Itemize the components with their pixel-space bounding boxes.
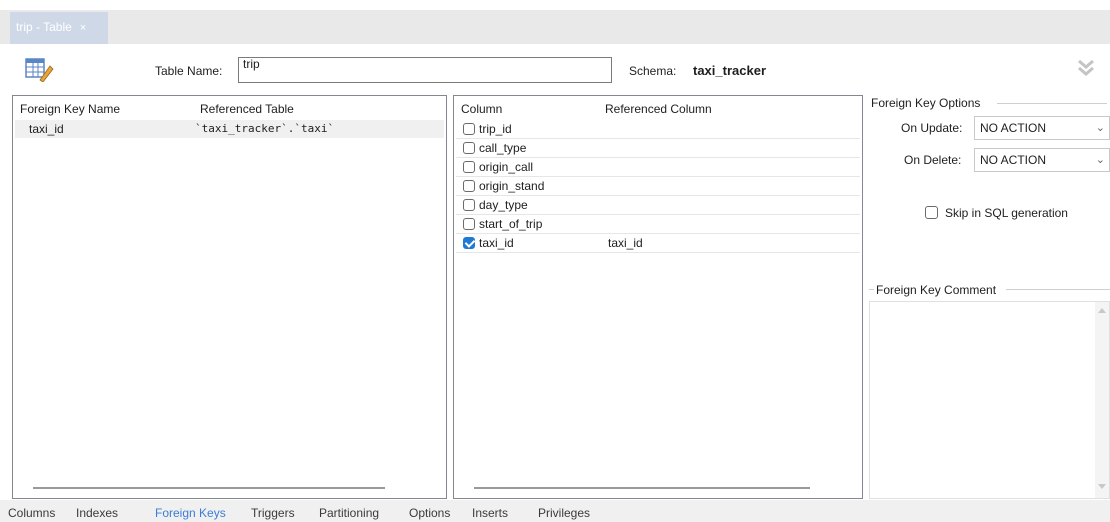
tab-inserts[interactable]: Inserts — [472, 506, 508, 520]
tab-columns[interactable]: Columns — [8, 506, 55, 520]
group-divider — [997, 103, 1107, 104]
column-checkbox[interactable] — [463, 123, 475, 135]
schema-label: Schema: — [629, 64, 677, 78]
foreign-key-comment-textarea[interactable] — [869, 301, 1110, 499]
fk-name-cell: taxi_id — [29, 122, 64, 136]
on-update-label: On Update: — [901, 121, 963, 135]
col-header-referenced-table[interactable]: Referenced Table — [200, 102, 294, 116]
column-name-cell: origin_stand — [479, 179, 545, 193]
table-name-value: trip — [243, 57, 260, 71]
column-name-cell: trip_id — [479, 122, 512, 136]
column-checkbox[interactable] — [463, 180, 475, 192]
column-checkbox[interactable] — [463, 142, 475, 154]
on-update-value: NO ACTION — [980, 121, 1047, 135]
table-name-input[interactable]: trip — [238, 57, 612, 83]
table-row[interactable]: taxi_id taxi_id — [456, 234, 860, 253]
column-mapping-list[interactable]: Column Referenced Column trip_id call_ty… — [453, 95, 863, 499]
group-divider — [869, 289, 874, 290]
horizontal-scrollbar[interactable] — [33, 487, 385, 489]
scroll-up-icon[interactable] — [1098, 308, 1106, 313]
col-header-fk-name[interactable]: Foreign Key Name — [20, 102, 120, 116]
table-row[interactable]: trip_id — [456, 120, 860, 139]
tab-strip — [0, 10, 1110, 44]
table-row[interactable]: call_type — [456, 139, 860, 158]
skip-sql-label[interactable]: Skip in SQL generation — [945, 206, 1068, 220]
foreign-key-list[interactable]: Foreign Key Name Referenced Table taxi_i… — [12, 95, 447, 499]
schema-value: taxi_tracker — [693, 63, 766, 78]
on-delete-value: NO ACTION — [980, 153, 1047, 167]
vertical-scrollbar[interactable] — [1095, 302, 1109, 498]
col-header-referenced-column[interactable]: Referenced Column — [605, 102, 712, 116]
tab-triggers[interactable]: Triggers — [251, 506, 295, 520]
table-edit-icon — [24, 56, 54, 83]
column-checkbox[interactable] — [463, 199, 475, 211]
foreign-key-options-title: Foreign Key Options — [871, 96, 981, 110]
chevron-down-icon: ⌄ — [1095, 122, 1105, 134]
tab-indexes[interactable]: Indexes — [76, 506, 118, 520]
tab-foreign-keys[interactable]: Foreign Keys — [155, 506, 226, 520]
fk-ref-table-cell: `taxi_tracker`.`taxi` — [195, 122, 335, 135]
table-row[interactable]: taxi_id `taxi_tracker`.`taxi` — [15, 120, 444, 138]
column-name-cell: taxi_id — [479, 236, 514, 250]
on-delete-label: On Delete: — [904, 153, 962, 167]
close-tab-icon[interactable]: × — [80, 22, 86, 34]
column-checkbox[interactable] — [463, 218, 475, 230]
table-row[interactable]: origin_stand — [456, 177, 860, 196]
table-name-label: Table Name: — [155, 64, 223, 78]
on-delete-select[interactable]: NO ACTION ⌄ — [974, 148, 1110, 172]
document-tab[interactable]: trip - Table × — [10, 12, 108, 44]
column-checkbox-checked[interactable] — [463, 237, 475, 249]
on-update-select[interactable]: NO ACTION ⌄ — [974, 116, 1110, 140]
group-divider — [1006, 289, 1110, 290]
column-name-cell: origin_call — [479, 160, 534, 174]
referenced-column-cell: taxi_id — [608, 236, 643, 250]
table-row[interactable]: start_of_trip — [456, 215, 860, 234]
tab-options[interactable]: Options — [409, 506, 450, 520]
horizontal-scrollbar[interactable] — [474, 487, 810, 489]
skip-sql-checkbox[interactable] — [925, 206, 938, 219]
col-header-column[interactable]: Column — [461, 102, 502, 116]
tab-partitioning[interactable]: Partitioning — [319, 506, 379, 520]
scroll-down-icon[interactable] — [1098, 484, 1106, 489]
column-name-cell: start_of_trip — [479, 217, 543, 231]
document-tab-label: trip - Table — [16, 20, 72, 34]
column-name-cell: call_type — [479, 141, 527, 155]
column-name-cell: day_type — [479, 198, 528, 212]
double-chevron-down-icon[interactable] — [1074, 56, 1098, 80]
column-checkbox[interactable] — [463, 161, 475, 173]
foreign-key-comment-title: Foreign Key Comment — [876, 283, 997, 297]
tab-privileges[interactable]: Privileges — [538, 506, 590, 520]
table-row[interactable]: day_type — [456, 196, 860, 215]
chevron-down-icon: ⌄ — [1095, 154, 1105, 166]
table-row[interactable]: origin_call — [456, 158, 860, 177]
